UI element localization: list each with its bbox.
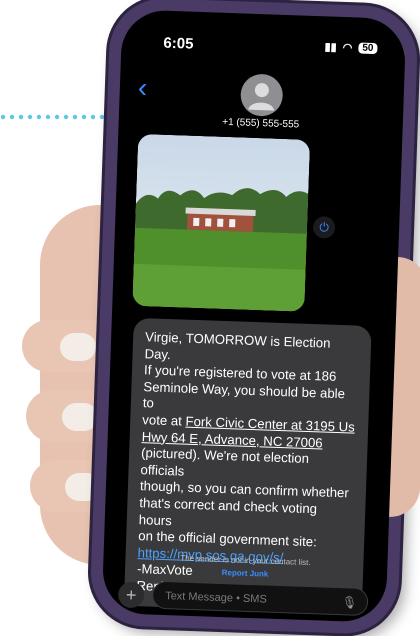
message-text: vote at xyxy=(142,412,186,429)
civic-center-image xyxy=(132,133,311,312)
status-time: 6:05 xyxy=(163,34,194,53)
fingernail xyxy=(62,403,98,431)
wifi-icon: ◠ xyxy=(342,41,353,55)
avatar[interactable] xyxy=(239,73,284,117)
status-icons: ▮▮ ◠ 50 xyxy=(324,40,378,55)
signal-icon: ▮▮ xyxy=(324,41,337,54)
phone-screen: 6:05 ▮▮ ◠ 50 ‹ +1 (555) 555-555 ⏻ Virgie… xyxy=(101,9,407,623)
battery-icon: 50 xyxy=(358,42,378,55)
status-bar: 6:05 ▮▮ ◠ 50 xyxy=(151,34,384,62)
message-input-placeholder: Text Message • SMS xyxy=(164,590,267,606)
phone: 6:05 ▮▮ ◠ 50 ‹ +1 (555) 555-555 ⏻ Virgie… xyxy=(89,0,420,636)
microphone-icon[interactable]: 🎙 xyxy=(341,588,358,617)
fingernail xyxy=(60,333,96,361)
contact-number[interactable]: +1 (555) 555-555 xyxy=(119,113,403,134)
dotted-connector-line xyxy=(0,114,104,120)
back-chevron-icon[interactable]: ‹ xyxy=(137,72,147,104)
share-icon[interactable]: ⏻ xyxy=(312,216,336,239)
person-icon xyxy=(248,83,275,111)
message-photo[interactable] xyxy=(132,133,311,312)
